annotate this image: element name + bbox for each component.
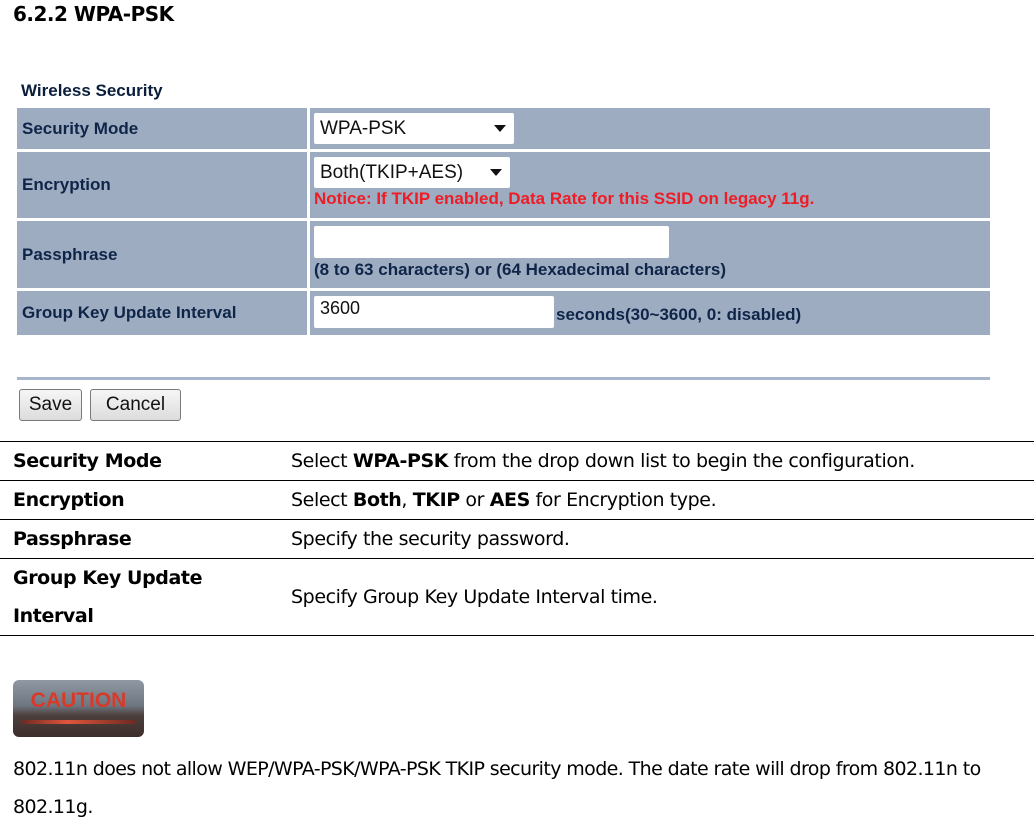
wireless-security-title: Wireless Security: [21, 81, 163, 100]
security-mode-label: Security Mode: [17, 108, 307, 149]
row-value: Specify Group Key Update Interval time.: [291, 586, 658, 608]
table-row: Passphrase Specify the security password…: [0, 520, 1034, 559]
passphrase-label: Passphrase: [17, 221, 307, 288]
encryption-row: Encryption Both(TKIP+AES) Notice: If TKI…: [17, 152, 990, 218]
security-mode-row: Security Mode WPA-PSK: [17, 108, 990, 149]
description-table: Security Mode Select WPA-PSK from the dr…: [0, 441, 1034, 636]
encryption-select[interactable]: Both(TKIP+AES): [314, 157, 510, 188]
row-value: Select Both, TKIP or AES for Encryption …: [291, 489, 717, 511]
caution-icon: CAUTION: [13, 680, 144, 737]
group-key-unit-hint: seconds(30~3600, 0: disabled): [556, 305, 802, 324]
wireless-security-form: Security Mode WPA-PSK Encryption Both(TK…: [17, 108, 990, 338]
row-value: Specify the security password.: [291, 528, 570, 550]
row-key: Group Key Update Interval: [13, 567, 203, 627]
group-key-row: Group Key Update Interval 3600 seconds(30…: [17, 291, 990, 335]
chevron-down-icon: [490, 169, 502, 176]
row-key: Passphrase: [13, 528, 132, 550]
encryption-label: Encryption: [17, 152, 307, 218]
encryption-selected: Both(TKIP+AES): [320, 161, 464, 183]
security-mode-select[interactable]: WPA-PSK: [314, 113, 514, 144]
cancel-button[interactable]: Cancel: [90, 389, 181, 421]
group-key-interval-input[interactable]: 3600: [314, 296, 554, 328]
passphrase-input[interactable]: [314, 226, 669, 258]
section-heading: 6.2.2 WPA-PSK: [13, 2, 174, 26]
row-value: Select WPA-PSK from the drop down list t…: [291, 450, 915, 472]
table-row: Encryption Select Both, TKIP or AES for …: [0, 481, 1034, 520]
passphrase-hint: (8 to 63 characters) or (64 Hexadecimal …: [314, 260, 726, 279]
group-key-label: Group Key Update Interval: [17, 291, 307, 335]
table-row: Security Mode Select WPA-PSK from the dr…: [0, 442, 1034, 481]
security-mode-selected: WPA-PSK: [320, 117, 407, 139]
table-row: Group Key Update Interval Specify Group K…: [0, 559, 1034, 636]
row-key: Encryption: [13, 489, 125, 511]
chevron-down-icon: [494, 125, 506, 132]
save-button[interactable]: Save: [19, 389, 82, 421]
row-key: Security Mode: [13, 450, 162, 472]
passphrase-row: Passphrase (8 to 63 characters) or (64 H…: [17, 221, 990, 288]
form-divider: [17, 377, 990, 380]
encryption-notice: Notice: If TKIP enabled, Data Rate for t…: [314, 189, 815, 208]
